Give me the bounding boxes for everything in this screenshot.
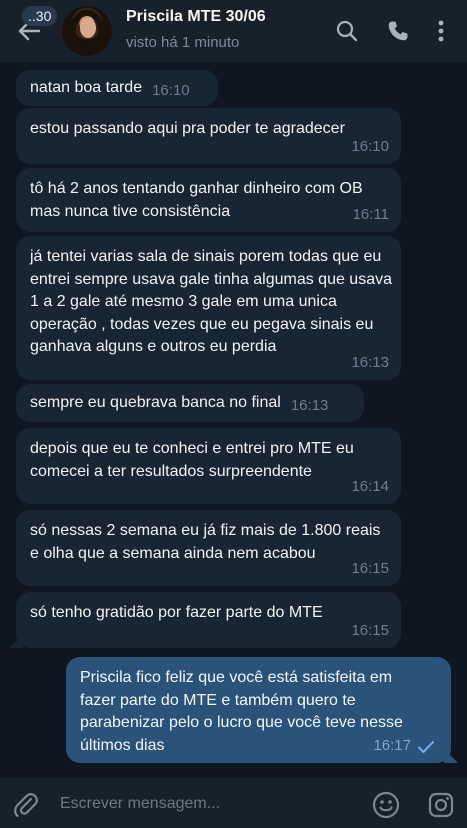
chat-title[interactable]: Priscila MTE 30/06 — [126, 8, 266, 26]
message-text: natan boa tarde — [30, 79, 143, 96]
call-button[interactable] — [385, 18, 411, 44]
message-bubble-incoming[interactable]: estou passando aqui pra poder te agradec… — [16, 108, 401, 164]
emoji-button[interactable] — [372, 791, 400, 819]
read-check-icon — [418, 741, 434, 753]
search-button[interactable] — [334, 18, 360, 44]
unread-count-badge: ..30 — [22, 6, 58, 26]
chat-header: ..30 Priscila MTE 30/06 visto há 1 minut… — [0, 0, 467, 62]
message-text: tô há 2 anos tentando ganhar dinheiro co… — [30, 180, 363, 220]
message-text: só nessas 2 semana eu já fiz mais de 1.8… — [30, 522, 381, 562]
emoji-icon — [372, 791, 400, 819]
message-bubble-incoming[interactable]: tô há 2 anos tentando ganhar dinheiro co… — [16, 168, 401, 232]
message-bubble-incoming[interactable]: já tentei varias sala de sinais porem to… — [16, 236, 401, 380]
message-time: 16:13 — [351, 353, 389, 371]
chat-screen: ..30 Priscila MTE 30/06 visto há 1 minut… — [0, 0, 467, 828]
more-options-button[interactable] — [428, 18, 454, 44]
message-time: 16:13 — [290, 397, 329, 414]
message-time: 16:11 — [352, 205, 389, 223]
avatar-face — [80, 18, 96, 38]
message-text: só tenho gratidão por fazer parte do MTE — [30, 604, 323, 621]
message-text: sempre eu quebrava banca no final — [30, 394, 281, 411]
message-time: 16:14 — [351, 477, 389, 495]
paperclip-icon — [14, 793, 38, 818]
attach-button[interactable] — [12, 791, 40, 819]
search-icon — [336, 20, 358, 42]
message-composer — [0, 777, 467, 828]
message-text: estou passando aqui pra poder te agradec… — [30, 120, 345, 137]
more-vertical-icon — [438, 20, 444, 42]
avatar[interactable] — [62, 6, 112, 56]
message-time: 16:17 — [373, 736, 411, 754]
message-time: 16:10 — [351, 137, 389, 155]
message-bubble-incoming[interactable]: só tenho gratidão por fazer parte do MTE… — [16, 592, 401, 648]
message-bubble-incoming[interactable]: sempre eu quebrava banca no final 16:13 — [16, 384, 364, 422]
message-bubble-incoming[interactable]: depois que eu te conheci e entrei pro MT… — [16, 428, 401, 504]
message-time: 16:15 — [351, 621, 389, 639]
message-text: depois que eu te conheci e entrei pro MT… — [30, 440, 354, 480]
camera-icon — [428, 792, 454, 818]
message-bubble-incoming[interactable]: só nessas 2 semana eu já fiz mais de 1.8… — [16, 510, 401, 586]
last-seen-status: visto há 1 minuto — [126, 34, 240, 51]
message-bubble-incoming[interactable]: natan boa tarde 16:10 — [16, 70, 218, 106]
message-bubble-outgoing[interactable]: Priscila fico feliz que você está satisf… — [66, 657, 451, 763]
message-text: já tentei varias sala de sinais porem to… — [30, 248, 392, 355]
message-time: 16:10 — [152, 82, 190, 99]
message-list[interactable]: natan boa tarde 16:10 estou passando aqui… — [0, 62, 467, 777]
message-input[interactable] — [60, 791, 360, 817]
message-time: 16:15 — [351, 559, 389, 577]
phone-icon — [388, 21, 408, 41]
camera-button[interactable] — [427, 791, 455, 819]
